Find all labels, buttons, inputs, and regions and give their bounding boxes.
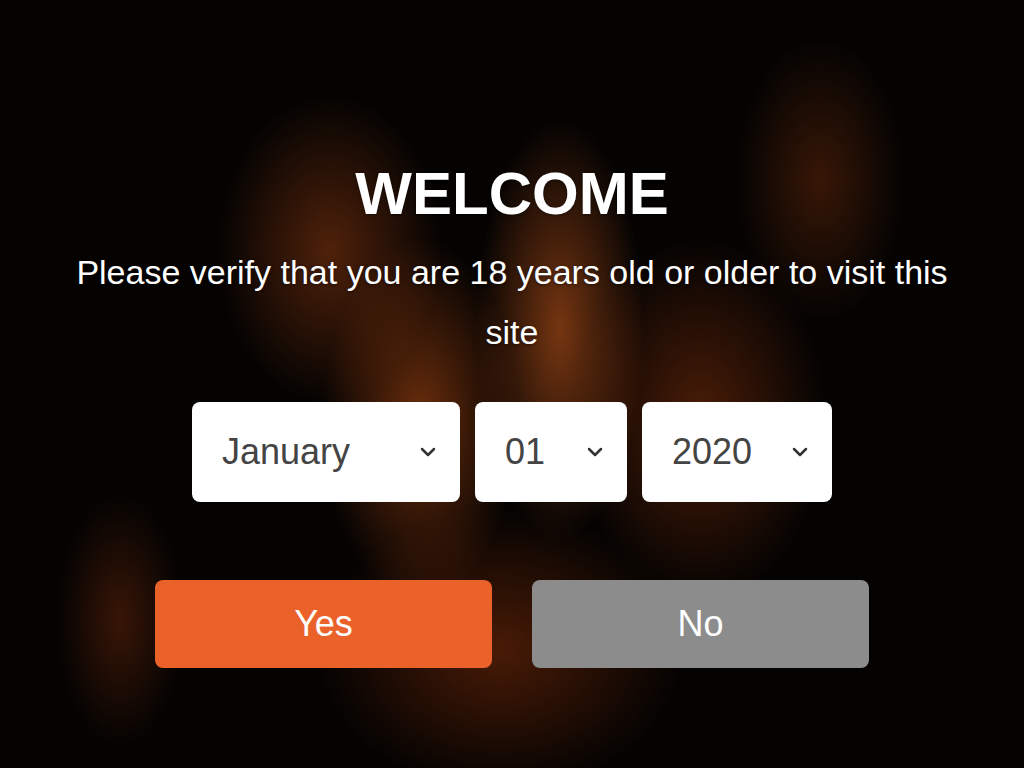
age-gate: WELCOME Please verify that you are 18 yea… [0, 0, 1024, 768]
chevron-down-icon [792, 446, 808, 458]
welcome-title: WELCOME [355, 158, 668, 230]
yes-button[interactable]: Yes [155, 580, 492, 668]
birthdate-selects: January 01 2020 [192, 402, 832, 502]
chevron-down-icon [587, 446, 603, 458]
select-value: 2020 [672, 431, 752, 473]
verify-message: Please verify that you are 18 years old … [62, 242, 962, 362]
chevron-down-icon [420, 446, 436, 458]
select-value: January [222, 431, 350, 473]
answer-buttons: Yes No [155, 580, 869, 668]
day-select[interactable]: 01 [475, 402, 627, 502]
year-select[interactable]: 2020 [642, 402, 832, 502]
no-button[interactable]: No [532, 580, 869, 668]
select-value: 01 [505, 431, 545, 473]
month-select[interactable]: January [192, 402, 460, 502]
